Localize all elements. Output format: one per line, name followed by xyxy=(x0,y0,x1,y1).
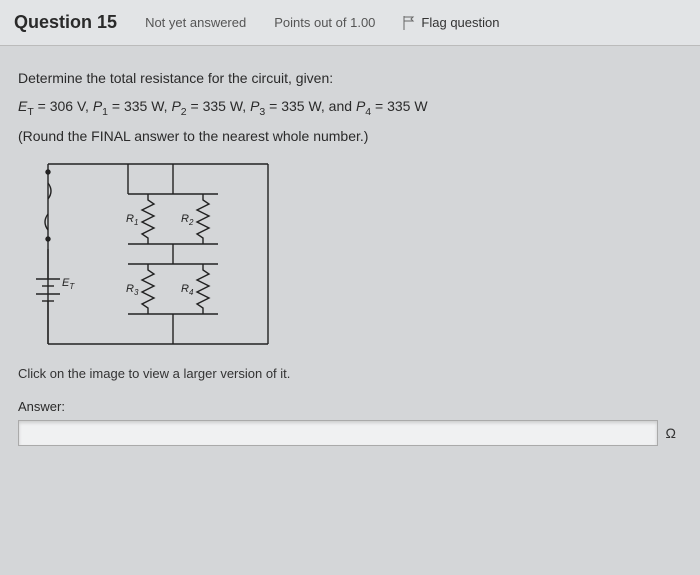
answer-unit: Ω xyxy=(666,425,682,441)
question-number: Question 15 xyxy=(14,12,117,33)
question-givens: ET = 306 V, P1 = 335 W, P2 = 335 W, P3 =… xyxy=(18,98,682,118)
image-enlarge-note: Click on the image to view a larger vers… xyxy=(18,366,682,381)
circuit-label-r3: R3 xyxy=(126,283,139,297)
circuit-label-r1: R1 xyxy=(126,213,138,227)
circuit-label-et: ET xyxy=(62,277,75,291)
answer-line: Ω xyxy=(18,420,682,446)
question-number-value: 15 xyxy=(97,12,117,32)
flag-icon xyxy=(403,16,415,30)
question-word: Question xyxy=(14,12,92,32)
question-prompt: Determine the total resistance for the c… xyxy=(18,70,682,86)
answer-section: Answer: Ω xyxy=(18,399,682,446)
answer-label: Answer: xyxy=(18,399,682,414)
circuit-label-r4: R4 xyxy=(181,283,194,297)
rounding-instruction: (Round the FINAL answer to the nearest w… xyxy=(18,128,682,144)
question-body: Determine the total resistance for the c… xyxy=(0,46,700,456)
answer-status: Not yet answered xyxy=(145,15,246,30)
circuit-label-r2: R2 xyxy=(181,213,194,227)
flag-question-label: Flag question xyxy=(421,15,499,30)
flag-question-link[interactable]: Flag question xyxy=(403,15,499,30)
question-header: Question 15 Not yet answered Points out … xyxy=(0,0,700,46)
points-out-of: Points out of 1.00 xyxy=(274,15,375,30)
answer-input[interactable] xyxy=(18,420,658,446)
circuit-diagram[interactable]: ET R1 R2 R3 R4 xyxy=(18,154,298,354)
